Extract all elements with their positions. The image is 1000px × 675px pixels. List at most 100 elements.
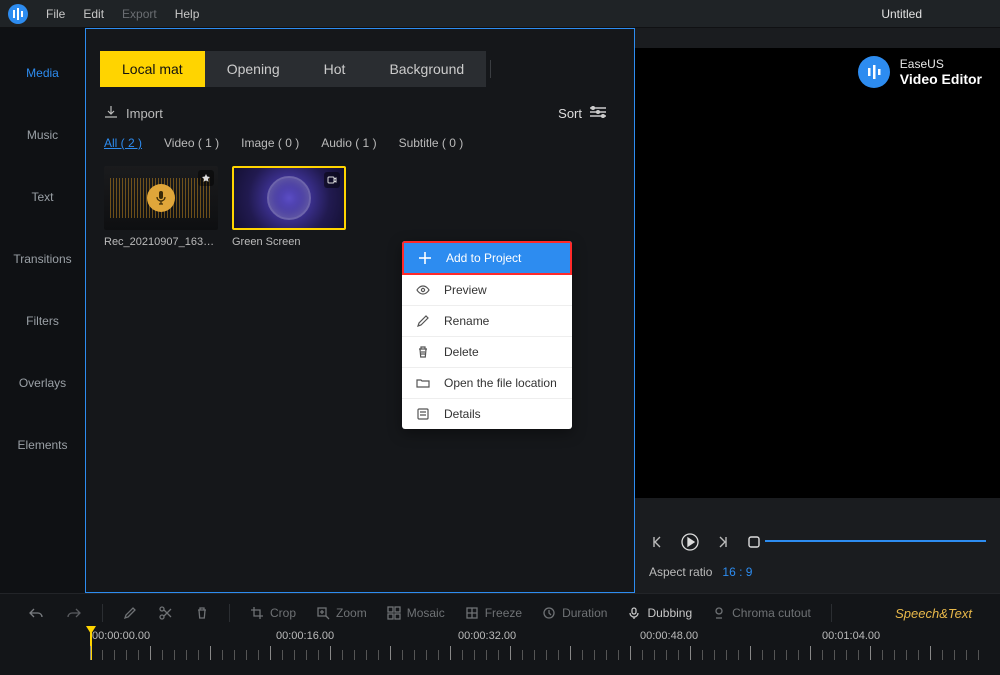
speech-text-button[interactable]: Speech&Text [895, 606, 972, 621]
preview-panel: EaseUS Video Editor Aspect ratio 16 : 9 [635, 28, 1000, 593]
import-label: Import [126, 106, 163, 121]
menu-file[interactable]: File [46, 7, 65, 21]
aspect-label: Aspect ratio [649, 565, 712, 579]
sidebar-item-transitions[interactable]: Transitions [13, 252, 71, 266]
toolbar-sep [229, 604, 230, 622]
sidebar-item-music[interactable]: Music [27, 128, 58, 142]
menu-edit[interactable]: Edit [83, 7, 104, 21]
trash-icon [416, 345, 430, 359]
tab-opening[interactable]: Opening [205, 51, 302, 87]
zoom-button[interactable]: Zoom [316, 606, 367, 620]
brand-name-1: EaseUS [900, 57, 982, 71]
next-frame-button[interactable] [713, 533, 731, 551]
brand-name-2: Video Editor [900, 71, 982, 87]
ctx-open-location[interactable]: Open the file location [402, 368, 572, 399]
context-menu: Add to Project Preview Rename Delete Ope… [402, 241, 572, 429]
ctx-details[interactable]: Details [402, 399, 572, 429]
sort-label: Sort [558, 106, 582, 121]
undo-button[interactable] [28, 606, 44, 620]
eye-icon [416, 283, 430, 297]
filter-all[interactable]: All ( 2 ) [104, 136, 142, 150]
time-mark-4: 00:01:04.00 [822, 630, 880, 642]
media-item-audio-label: Rec_20210907_1635... [104, 236, 218, 248]
time-mark-3: 00:00:48.00 [640, 630, 698, 642]
timeline-toolbar: Crop Zoom Mosaic Freeze Duration Dubbing… [0, 594, 1000, 626]
sidebar: Media Music Text Transitions Filters Ove… [0, 28, 85, 593]
ctx-preview[interactable]: Preview [402, 275, 572, 306]
stop-button[interactable] [745, 533, 763, 551]
audio-badge-icon [198, 170, 214, 186]
dubbing-button[interactable]: Dubbing [627, 606, 692, 620]
sidebar-item-media[interactable]: Media [26, 66, 59, 80]
folder-icon [416, 376, 430, 390]
menu-export[interactable]: Export [122, 7, 157, 21]
sidebar-item-elements[interactable]: Elements [17, 438, 67, 452]
redo-button[interactable] [66, 606, 82, 620]
window-title: Untitled [881, 7, 922, 21]
import-icon [104, 105, 118, 122]
ctx-add-to-project[interactable]: Add to Project [402, 241, 572, 275]
import-button[interactable]: Import [104, 105, 163, 122]
pencil-icon [416, 314, 430, 328]
freeze-button[interactable]: Freeze [465, 606, 522, 620]
tab-hot[interactable]: Hot [302, 51, 368, 87]
time-mark-1: 00:00:16.00 [276, 630, 334, 642]
media-item-audio[interactable]: Rec_20210907_1635... [104, 166, 218, 248]
mosaic-button[interactable]: Mosaic [387, 606, 445, 620]
filter-subtitle[interactable]: Subtitle ( 0 ) [399, 136, 464, 150]
media-panel: Local mat Opening Hot Background Import … [85, 28, 635, 593]
sidebar-item-filters[interactable]: Filters [26, 314, 59, 328]
ctx-add-label: Add to Project [446, 251, 521, 265]
toolbar-sep [831, 604, 832, 622]
duration-button[interactable]: Duration [542, 606, 607, 620]
filter-image[interactable]: Image ( 0 ) [241, 136, 299, 150]
playback-controls [649, 533, 763, 551]
toolbar-sep [102, 604, 103, 622]
chroma-button[interactable]: Chroma cutout [712, 606, 811, 620]
aspect-value[interactable]: 16 : 9 [722, 565, 752, 579]
menu-help[interactable]: Help [175, 7, 200, 21]
menubar: File Edit Export Help Untitled [0, 0, 1000, 28]
tab-separator [490, 60, 491, 78]
video-badge-icon [324, 172, 340, 188]
playback-progress[interactable] [765, 540, 986, 542]
filter-video[interactable]: Video ( 1 ) [164, 136, 219, 150]
ctx-preview-label: Preview [444, 283, 487, 297]
plus-icon [418, 251, 432, 265]
time-mark-2: 00:00:32.00 [458, 630, 516, 642]
media-item-video[interactable]: Green Screen [232, 166, 346, 248]
edit-button[interactable] [123, 606, 137, 620]
details-icon [416, 407, 430, 421]
crop-button[interactable]: Crop [250, 606, 296, 620]
microphone-icon [147, 184, 175, 212]
ctx-open-location-label: Open the file location [444, 376, 557, 390]
time-start: 00:00:00.00 [92, 630, 150, 642]
bottom-panel: Crop Zoom Mosaic Freeze Duration Dubbing… [0, 593, 1000, 675]
sidebar-item-overlays[interactable]: Overlays [19, 376, 66, 390]
play-button[interactable] [681, 533, 699, 551]
media-tabs: Local mat Opening Hot Background [86, 29, 634, 87]
tab-local-mat[interactable]: Local mat [100, 51, 205, 87]
tab-background[interactable]: Background [367, 51, 486, 87]
brand-badge: EaseUS Video Editor [858, 56, 982, 88]
media-thumbnails: Rec_20210907_1635... Green Screen [86, 166, 634, 248]
media-item-video-label: Green Screen [232, 236, 346, 248]
sort-icon [590, 106, 606, 121]
ctx-rename-label: Rename [444, 314, 489, 328]
ctx-rename[interactable]: Rename [402, 306, 572, 337]
prev-frame-button[interactable] [649, 533, 667, 551]
main-area: Media Music Text Transitions Filters Ove… [0, 28, 1000, 593]
brand-logo-icon [858, 56, 890, 88]
app-logo [8, 4, 28, 24]
timeline-ruler[interactable]: 00:00:00.00 00:00:16.00 00:00:32.00 00:0… [0, 630, 1000, 660]
ctx-details-label: Details [444, 407, 481, 421]
split-button[interactable] [159, 606, 173, 620]
media-filter-row: All ( 2 ) Video ( 1 ) Image ( 0 ) Audio … [86, 132, 634, 166]
filter-audio[interactable]: Audio ( 1 ) [321, 136, 376, 150]
trash-button[interactable] [195, 606, 209, 620]
sidebar-item-text[interactable]: Text [31, 190, 53, 204]
ctx-delete[interactable]: Delete [402, 337, 572, 368]
ctx-delete-label: Delete [444, 345, 479, 359]
preview-canvas [635, 48, 1000, 498]
sort-menu[interactable]: Sort [558, 106, 606, 121]
